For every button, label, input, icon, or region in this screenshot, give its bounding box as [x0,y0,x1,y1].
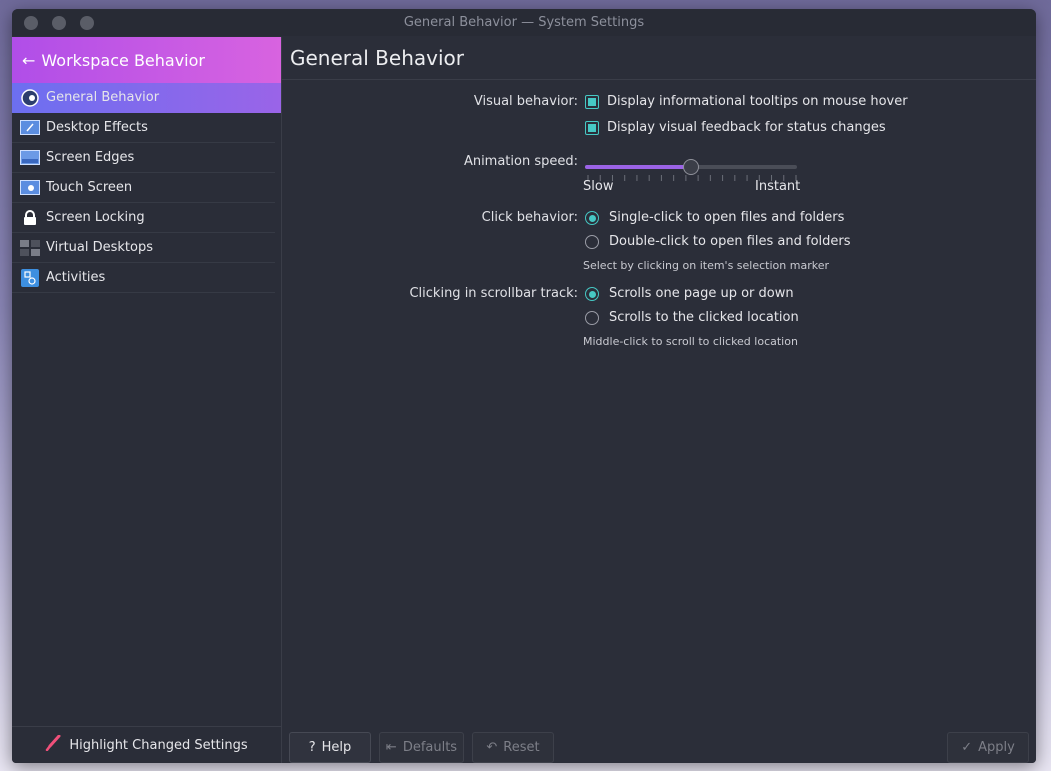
lock-icon [20,209,40,226]
double-click-radio[interactable] [585,235,599,249]
click-behavior-hint: Select by clicking on item's selection m… [583,259,829,272]
defaults-button[interactable]: ⇤ Defaults [379,732,464,763]
sidebar: ← Workspace Behavior General Behavior De… [12,37,282,763]
slider-fill [585,165,691,169]
animation-speed-label: Animation speed: [463,154,578,169]
screen-edges-icon [20,149,40,166]
reset-button-label: Reset [503,740,540,755]
undo-icon: ↶ [486,740,498,755]
scroll-location-radio[interactable] [585,311,599,325]
scroll-page-radio[interactable] [585,287,599,301]
highlight-changed-settings-button[interactable]: Highlight Changed Settings [12,726,281,763]
click-behavior-label: Click behavior: [481,210,578,225]
sidebar-item-label: Screen Edges [46,150,135,165]
scrollbar-track-label: Clicking in scrollbar track: [409,286,578,301]
sidebar-item-label: Desktop Effects [46,120,148,135]
sidebar-list: General Behavior Desktop Effects Screen … [12,83,281,293]
sidebar-item-virtual-desktops[interactable]: Virtual Desktops [12,233,275,263]
help-button[interactable]: ? Help [289,732,371,763]
reset-button[interactable]: ↶ Reset [472,732,554,763]
highlight-changed-settings-label: Highlight Changed Settings [69,737,248,753]
apply-button[interactable]: ✓ Apply [947,732,1029,763]
defaults-icon: ⇤ [385,740,397,755]
general-behavior-icon [20,88,40,107]
scrollbar-track-hint: Middle-click to scroll to clicked locati… [583,335,798,348]
arrow-left-icon: ← [22,50,36,70]
tooltips-checkbox[interactable] [585,95,599,109]
check-icon: ✓ [961,740,973,755]
slow-label: Slow [583,179,614,194]
sidebar-item-screen-edges[interactable]: Screen Edges [12,143,275,173]
status-feedback-checkbox[interactable] [585,121,599,135]
double-click-label[interactable]: Double-click to open files and folders [609,234,851,249]
help-icon: ? [308,740,316,755]
sidebar-item-label: Virtual Desktops [46,240,153,255]
single-click-radio[interactable] [585,211,599,225]
sidebar-item-screen-locking[interactable]: Screen Locking [12,203,275,233]
sidebar-item-activities[interactable]: Activities [12,263,275,293]
close-button[interactable] [24,16,38,30]
sidebar-header-title: Workspace Behavior [41,50,205,70]
page-title: General Behavior [282,37,1036,80]
instant-label: Instant [755,179,801,194]
sidebar-item-label: Activities [46,270,106,285]
help-button-label: Help [321,740,352,755]
sidebar-item-label: Screen Locking [46,210,145,225]
title-bar: General Behavior — System Settings [12,9,1036,36]
sidebar-item-desktop-effects[interactable]: Desktop Effects [12,113,275,143]
desktop-effects-icon [20,119,40,136]
visual-behavior-label: Visual behavior: [473,94,578,109]
scroll-page-label[interactable]: Scrolls one page up or down [609,286,794,301]
activities-icon [20,268,40,287]
virtual-desktops-icon [20,239,40,256]
tooltips-checkbox-label[interactable]: Display informational tooltips on mouse … [607,94,908,109]
sidebar-item-touch-screen[interactable]: Touch Screen [12,173,275,203]
maximize-button[interactable] [80,16,94,30]
slider-handle[interactable] [683,159,699,175]
minimize-button[interactable] [52,16,66,30]
sidebar-item-label: General Behavior [46,90,160,105]
brush-icon [45,734,61,755]
main-panel: General Behavior Visual behavior: Displa… [282,37,1036,763]
defaults-button-label: Defaults [402,740,458,755]
status-feedback-checkbox-label[interactable]: Display visual feedback for status chang… [607,120,886,135]
scroll-location-label[interactable]: Scrolls to the clicked location [609,310,799,325]
touch-screen-icon [20,179,40,196]
settings-window: General Behavior — System Settings ← Wor… [12,9,1036,763]
window-title: General Behavior — System Settings [403,15,645,30]
sidebar-item-general-behavior[interactable]: General Behavior [12,83,281,113]
single-click-label[interactable]: Single-click to open files and folders [609,210,844,225]
sidebar-item-label: Touch Screen [46,180,133,195]
back-button[interactable]: ← Workspace Behavior [12,37,281,83]
apply-button-label: Apply [978,740,1015,755]
